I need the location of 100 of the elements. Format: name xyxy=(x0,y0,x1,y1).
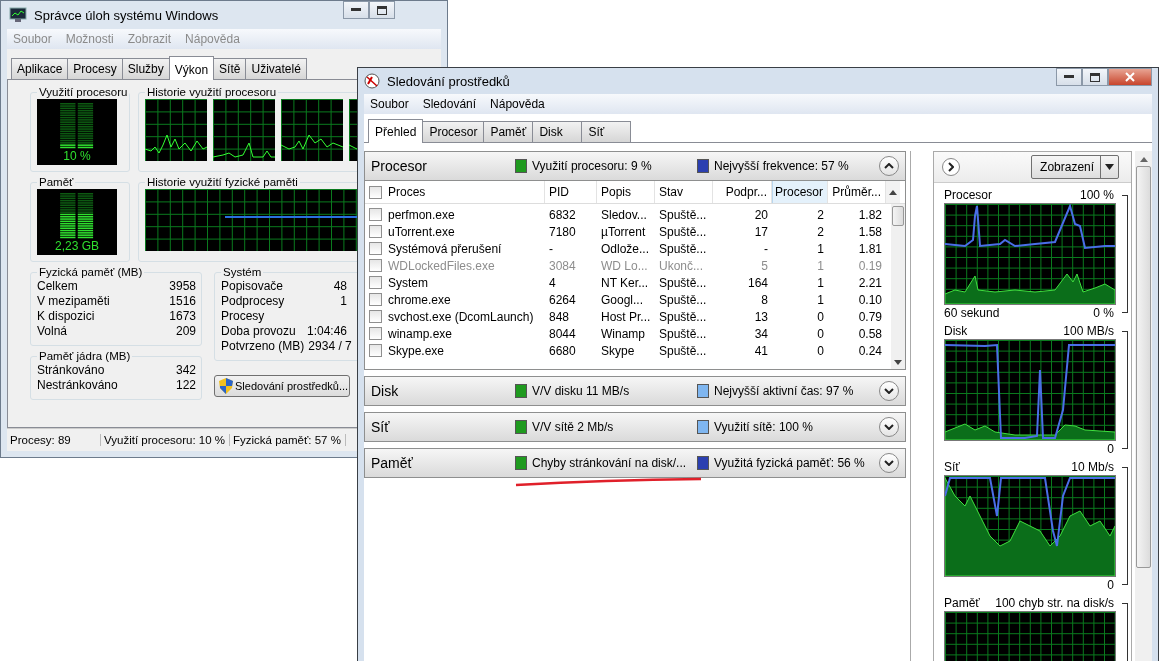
tab[interactable]: Paměť xyxy=(483,121,534,142)
column-label: Proces xyxy=(388,185,426,199)
table-cell: Systémová přerušení xyxy=(388,241,502,256)
column-header[interactable]: Stav xyxy=(655,181,713,203)
table-cell: Odlože... xyxy=(601,241,650,256)
table-cell: Spuště... xyxy=(659,241,707,256)
tab[interactable]: Procesy xyxy=(67,58,123,79)
table-cell: chrome.exe xyxy=(388,292,451,307)
window-title: Sledování prostředků xyxy=(387,73,510,89)
view-dropdown[interactable]: Zobrazení xyxy=(1031,155,1120,179)
table-cell: Spuště... xyxy=(659,275,707,290)
group-title: Historie využití procesoru xyxy=(146,86,278,98)
section-header[interactable]: Disk V/V disku 11 MB/s Nejvyšší aktivní čas: 97 % xyxy=(364,376,906,406)
table-cell: 1.81 xyxy=(858,241,882,256)
group-title: Využití procesoru xyxy=(38,86,129,98)
stat-value: 3958 xyxy=(169,279,196,294)
column-label: Popis xyxy=(601,185,632,199)
column-header[interactable]: PID xyxy=(545,181,597,203)
graph-min-label: 0 % xyxy=(1093,305,1114,321)
table-cell: 6832 xyxy=(549,207,576,222)
tab[interactable]: Služby xyxy=(121,58,170,79)
table-cell: System xyxy=(388,275,428,290)
stat-value: 1516 xyxy=(169,294,196,309)
status-text: Využití procesoru: 10 % xyxy=(101,434,231,446)
table-cell: 7180 xyxy=(549,224,576,239)
window-title: Správce úloh systému Windows xyxy=(34,7,219,23)
tab[interactable]: Aplikace xyxy=(11,58,69,79)
stat-label: V mezipaměti xyxy=(37,294,110,309)
table-cell: Skype.exe xyxy=(388,343,445,358)
group-title: Paměť jádra (MB) xyxy=(38,350,132,362)
table-cell: 2.21 xyxy=(858,275,882,290)
table-cell: 0.79 xyxy=(858,309,882,324)
meter-reading: 2,23 GB xyxy=(55,239,99,253)
table-cell: 4 xyxy=(549,275,556,290)
table-cell: 17 xyxy=(754,224,768,239)
stat-label: Popisovače xyxy=(221,279,284,294)
table-cell: Spuště... xyxy=(659,326,707,341)
graph-max-label: 10 Mb/s xyxy=(1071,459,1114,475)
table-cell: 1.82 xyxy=(858,207,882,222)
tab[interactable]: Přehled xyxy=(368,119,424,143)
table-cell: 3084 xyxy=(549,258,576,273)
table-cell: WDLockedFiles.exe xyxy=(388,258,495,273)
resource-monitor-button[interactable]: Sledování prostředků... xyxy=(214,375,350,397)
stat-label: Procesy xyxy=(221,309,265,324)
table-cell: 8044 xyxy=(549,326,576,341)
stat-label: K dispozici xyxy=(37,309,95,324)
section-header[interactable]: Procesor Využití procesoru: 9 % Nejvyšší frekvence: 57 % xyxy=(364,151,906,181)
section-title: Síť xyxy=(371,419,391,435)
table-cell: 6264 xyxy=(549,292,576,307)
column-label: Podpr... xyxy=(725,185,767,199)
stat-value: 209 xyxy=(175,324,196,339)
table-cell: 13 xyxy=(754,309,768,324)
table-cell: 41 xyxy=(754,343,768,358)
table-cell: 1 xyxy=(817,292,824,307)
table-cell: 20 xyxy=(754,207,768,222)
table-cell: 34 xyxy=(754,326,768,341)
metric-text: Využití sítě: 100 % xyxy=(714,420,813,434)
column-label: Stav xyxy=(659,185,683,199)
table-cell: 0.10 xyxy=(858,292,882,307)
tab[interactable]: Výkon xyxy=(168,56,215,80)
graph-max-label: 100 MB/s xyxy=(1063,323,1114,339)
table-cell: Sledov... xyxy=(601,207,647,222)
tab[interactable]: Procesor xyxy=(422,121,485,142)
table-cell: 5 xyxy=(761,258,768,273)
table-cell: Host Pr... xyxy=(601,309,651,324)
table-cell: 6680 xyxy=(549,343,576,358)
tab[interactable]: Síť xyxy=(581,121,632,142)
tab[interactable]: Uživatelé xyxy=(245,58,307,79)
meter-reading: 10 % xyxy=(63,149,91,163)
menu-item[interactable]: Nápověda xyxy=(484,97,553,111)
table-cell: Spuště... xyxy=(659,292,707,307)
column-header[interactable]: Procesor xyxy=(772,181,828,203)
table-cell: 0 xyxy=(817,309,824,324)
section-header[interactable]: Paměť Chyby stránkování na disk/... Využitá fyzická paměť: 56 % xyxy=(364,448,906,478)
section-header[interactable]: Síť V/V sítě 2 Mb/s Využití sítě: 100 % xyxy=(364,412,906,442)
stat-label: Podprocesy xyxy=(221,294,285,309)
stat-label: Doba provozu xyxy=(221,324,296,339)
stat-value: 122 xyxy=(175,378,196,393)
column-header[interactable]: Proces xyxy=(365,181,545,203)
table-cell: 2 xyxy=(817,207,824,222)
stat-value: 2934 / 7 xyxy=(308,339,352,354)
table-cell: NT Ker... xyxy=(601,275,649,290)
stat-value: 1:04:46 xyxy=(306,324,347,339)
column-header[interactable]: Popis xyxy=(597,181,655,203)
table-cell: Spuště... xyxy=(659,224,707,239)
menu-item[interactable]: Soubor xyxy=(364,97,417,111)
graph-max-label: 100 % xyxy=(1079,187,1114,203)
stat-label: Nestránkováno xyxy=(37,378,118,393)
table-cell: 164 xyxy=(747,275,768,290)
group-title: Paměť xyxy=(38,176,75,188)
stat-label: Celkem xyxy=(37,279,78,294)
time-span-label: 60 sekund xyxy=(944,305,1000,321)
table-cell: 1 xyxy=(817,241,824,256)
table-cell: Spuště... xyxy=(659,207,707,222)
metric-text: Nejvyšší aktivní čas: 97 % xyxy=(714,384,854,398)
graph-title: Paměť xyxy=(944,595,980,611)
group-title: Fyzická paměť (MB) xyxy=(38,266,144,278)
menu-item[interactable]: Sledování xyxy=(416,97,485,111)
table-cell: 0.24 xyxy=(858,343,882,358)
tab[interactable]: Disk xyxy=(532,121,583,142)
